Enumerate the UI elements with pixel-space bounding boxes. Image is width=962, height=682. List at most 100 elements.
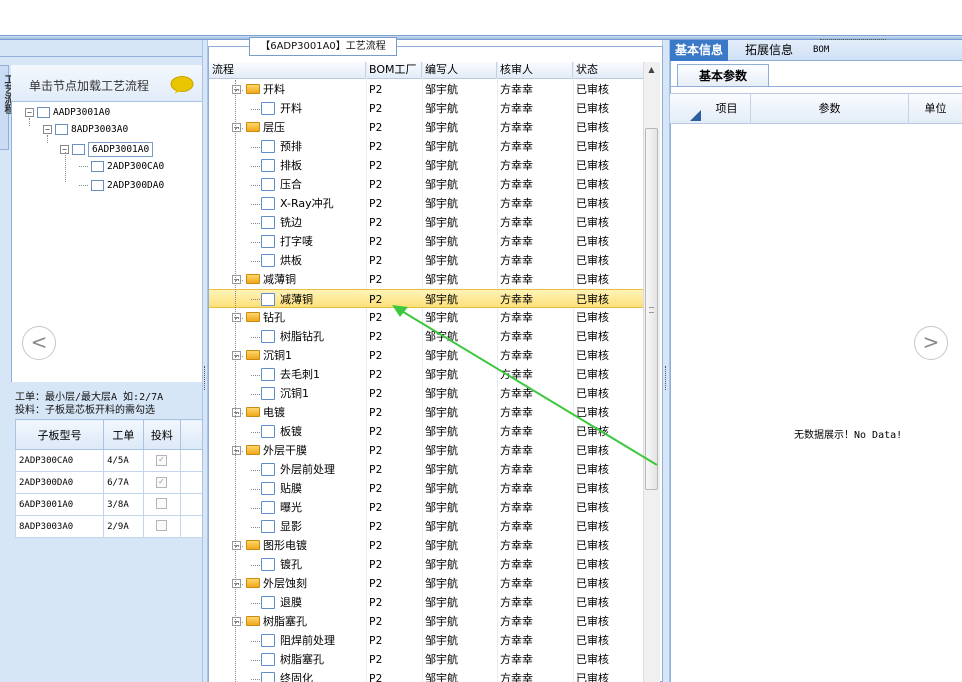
process-step-row[interactable]: 减薄铜 P2 邹宇航 方幸幸 已审核	[209, 289, 643, 308]
process-step-row[interactable]: 沉铜1 P2 邹宇航 方幸幸 已审核	[209, 384, 643, 403]
process-step-row[interactable]: 树脂塞孔 P2 邹宇航 方幸幸 已审核	[209, 650, 643, 669]
process-step-row[interactable]: 开料 P2 邹宇航 方幸幸 已审核	[209, 99, 643, 118]
cell-process-name: 沉铜1	[261, 384, 309, 403]
process-step-row[interactable]: 外层前处理 P2 邹宇航 方幸幸 已审核	[209, 460, 643, 479]
process-name: 减薄铜	[280, 293, 313, 306]
nav-prev-button[interactable]: <	[22, 326, 56, 360]
document-icon	[261, 253, 275, 267]
tree-node[interactable]: −6ADP3001A0	[60, 142, 154, 157]
process-step-row[interactable]: 退膜 P2 邹宇航 方幸幸 已审核	[209, 593, 643, 612]
col-status[interactable]: 状态	[573, 62, 643, 79]
col-item[interactable]: 项目	[703, 93, 751, 124]
process-group-row[interactable]: − 开料 P2 邹宇航 方幸幸 已审核	[209, 80, 643, 99]
process-group-row[interactable]: − 树脂塞孔 P2 邹宇航 方幸幸 已审核	[209, 612, 643, 631]
col-bom-factory[interactable]: BOM工厂	[366, 62, 422, 79]
process-group-row[interactable]: − 层压 P2 邹宇航 方幸幸 已审核	[209, 118, 643, 137]
col-order[interactable]: 工单	[103, 419, 144, 450]
cell-writer: 邹宇航	[425, 463, 458, 476]
process-step-row[interactable]: 树脂钻孔 P2 邹宇航 方幸幸 已审核	[209, 327, 643, 346]
tree-node[interactable]: − 8ADP3003A0	[43, 124, 128, 135]
feed-checkbox[interactable]	[155, 519, 167, 531]
tree-node[interactable]: 2ADP300DA0	[79, 180, 164, 191]
folder-icon	[246, 350, 260, 360]
right-splitter[interactable]	[662, 40, 670, 682]
process-group-row[interactable]: − 减薄铜 P2 邹宇航 方幸幸 已审核	[209, 270, 643, 289]
col-process[interactable]: 流程	[209, 62, 366, 79]
cell-reviewer: 方幸幸	[500, 178, 533, 191]
process-group-row[interactable]: − 外层蚀刻 P2 邹宇航 方幸幸 已审核	[209, 574, 643, 593]
feed-checkbox[interactable]: ✓	[155, 477, 167, 488]
col-feed[interactable]: 投料	[142, 419, 182, 450]
chat-bubble-icon[interactable]	[170, 76, 194, 94]
cell-writer: 邹宇航	[425, 273, 458, 286]
right-splitter-grip[interactable]	[665, 366, 667, 390]
col-param[interactable]: 参数	[751, 93, 909, 124]
col-writer[interactable]: 编写人	[422, 62, 497, 79]
process-group-row[interactable]: − 图形电镀 P2 邹宇航 方幸幸 已审核	[209, 536, 643, 555]
tree-connector	[29, 118, 30, 126]
process-step-row[interactable]: 预排 P2 邹宇航 方幸幸 已审核	[209, 137, 643, 156]
tree-connector	[251, 660, 260, 661]
document-icon	[261, 595, 275, 609]
node-icon	[55, 124, 68, 135]
collapse-icon[interactable]: −	[43, 125, 52, 134]
tab-basic-info[interactable]: 基本信息	[670, 40, 729, 61]
table-row[interactable]: 2ADP300DA0 6/7A ✓	[14, 471, 203, 494]
col-board-model[interactable]: 子板型号	[14, 419, 105, 450]
process-group-row[interactable]: − 电镀 P2 邹宇航 方幸幸 已审核	[209, 403, 643, 422]
cell-bom: P2	[369, 558, 383, 571]
process-step-row[interactable]: 烘板 P2 邹宇航 方幸幸 已审核	[209, 251, 643, 270]
tab-bom[interactable]: BOM	[808, 40, 834, 61]
tree-node[interactable]: 2ADP300CA0	[79, 161, 164, 172]
process-step-row[interactable]: 压合 P2 邹宇航 方幸幸 已审核	[209, 175, 643, 194]
process-step-row[interactable]: 贴膜 P2 邹宇航 方幸幸 已审核	[209, 479, 643, 498]
process-step-row[interactable]: 显影 P2 邹宇航 方幸幸 已审核	[209, 517, 643, 536]
cell-process-name: − 图形电镀	[232, 536, 307, 555]
vertical-tab-process[interactable]: 工艺流程	[0, 65, 13, 150]
process-step-row[interactable]: 铣边 P2 邹宇航 方幸幸 已审核	[209, 213, 643, 232]
process-group-row[interactable]: − 沉铜1 P2 邹宇航 方幸幸 已审核	[209, 346, 643, 365]
cell-order[interactable]: 3/8A	[103, 493, 144, 516]
process-step-row[interactable]: 排板 P2 邹宇航 方幸幸 已审核	[209, 156, 643, 175]
tree-connector	[235, 584, 243, 585]
col-unit[interactable]: 单位	[909, 93, 962, 124]
cell-order[interactable]: 2/9A	[103, 515, 144, 538]
table-row[interactable]: 8ADP3003A0 2/9A	[14, 515, 203, 538]
cell-reviewer: 方幸幸	[500, 463, 533, 476]
cell-writer: 邹宇航	[425, 596, 458, 609]
table-row[interactable]: 2ADP300CA0 4/5A ✓	[14, 449, 203, 472]
cell-order[interactable]: 4/5A	[103, 449, 144, 472]
process-step-row[interactable]: 打字唛 P2 邹宇航 方幸幸 已审核	[209, 232, 643, 251]
process-name: 打字唛	[280, 235, 313, 248]
process-name: 开料	[263, 83, 285, 96]
cell-bom: P2	[369, 444, 383, 457]
scroll-up-arrow-icon[interactable]: ▲	[644, 62, 659, 77]
process-step-row[interactable]: 曝光 P2 邹宇航 方幸幸 已审核	[209, 498, 643, 517]
process-name: 钻孔	[263, 311, 285, 324]
process-group-row[interactable]: − 外层干膜 P2 邹宇航 方幸幸 已审核	[209, 441, 643, 460]
process-step-row[interactable]: X-Ray冲孔 P2 邹宇航 方幸幸 已审核	[209, 194, 643, 213]
process-step-row[interactable]: 阻焊前处理 P2 邹宇航 方幸幸 已审核	[209, 631, 643, 650]
process-step-row[interactable]: 板镀 P2 邹宇航 方幸幸 已审核	[209, 422, 643, 441]
tree-node[interactable]: − AADP3001A0	[25, 107, 110, 118]
feed-checkbox[interactable]: ✓	[155, 455, 167, 466]
cell-status: 已审核	[576, 178, 609, 191]
process-name: 减薄铜	[263, 273, 296, 286]
process-step-row[interactable]: 去毛刺1 P2 邹宇航 方幸幸 已审核	[209, 365, 643, 384]
process-group-row[interactable]: − 钻孔 P2 邹宇航 方幸幸 已审核	[209, 308, 643, 327]
process-scrollbar-thumb[interactable]	[645, 128, 658, 490]
nav-next-button[interactable]: >	[914, 326, 948, 360]
process-step-row[interactable]: 终固化 P2 邹宇航 方幸幸 已审核	[209, 669, 643, 682]
feed-checkbox[interactable]	[155, 497, 167, 509]
process-step-row[interactable]: 镀孔 P2 邹宇航 方幸幸 已审核	[209, 555, 643, 574]
cell-order[interactable]: 6/7A	[103, 471, 144, 494]
table-row[interactable]: 6ADP3001A0 3/8A	[14, 493, 203, 516]
cell-reviewer: 方幸幸	[500, 596, 533, 609]
collapse-handle[interactable]	[820, 32, 886, 40]
col-reviewer[interactable]: 核审人	[497, 62, 573, 79]
subtab-basic-params[interactable]: 基本参数	[677, 64, 769, 86]
left-splitter-grip[interactable]	[204, 366, 206, 390]
tab-extended-info[interactable]: 拓展信息	[740, 40, 798, 61]
collapse-icon[interactable]: −	[25, 108, 34, 117]
cell-reviewer: 方幸幸	[500, 293, 533, 306]
